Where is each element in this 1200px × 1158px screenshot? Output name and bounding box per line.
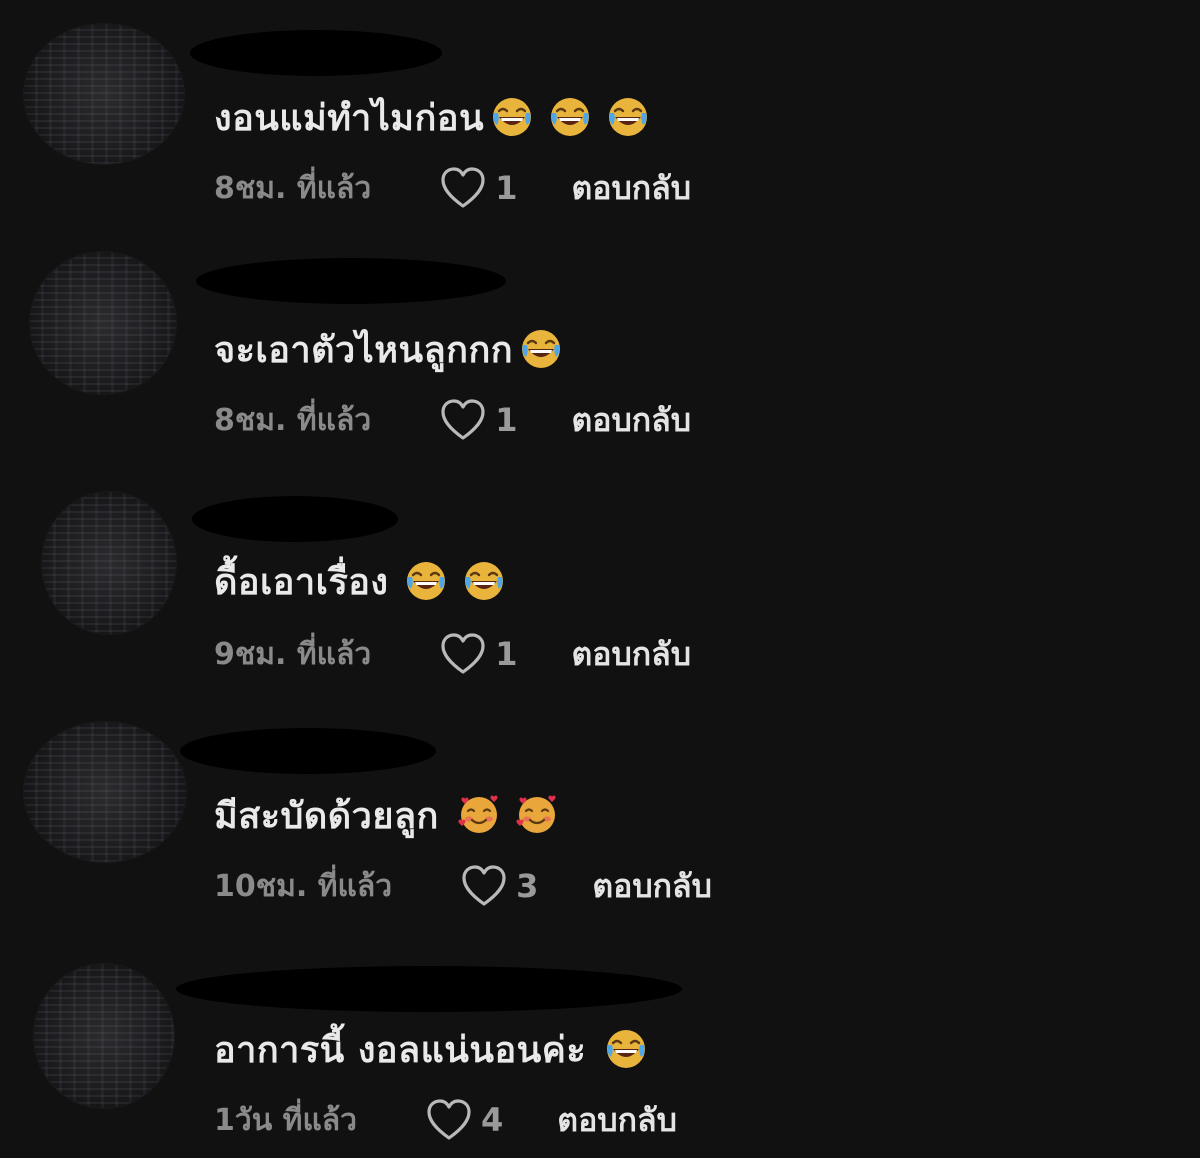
like-count: 1 (495, 635, 518, 673)
redacted-username (180, 728, 436, 774)
avatar[interactable] (24, 722, 186, 862)
comment-text-row: งอนแม่ทำไมก่อน (214, 92, 650, 142)
reply-button[interactable]: ตอบกลับ (571, 163, 691, 214)
like-button[interactable]: 1 (439, 398, 517, 442)
tears-of-joy-emoji-icon (404, 559, 448, 603)
avatar[interactable] (34, 964, 174, 1108)
reply-button[interactable]: ตอบกลับ (557, 1095, 677, 1146)
like-button[interactable]: 3 (460, 864, 538, 908)
comment-timestamp: 8ชม. ที่แล้ว (214, 170, 372, 206)
comment-text-row: จะเอาตัวไหนลูกกก (214, 324, 563, 374)
comment-timestamp: 10ชม. ที่แล้ว (214, 868, 393, 904)
smiling-face-with-hearts-emoji-icon (457, 793, 501, 837)
comment-meta: 8ชม. ที่แล้ว 1 ตอบกลับ (214, 398, 691, 442)
tears-of-joy-emoji-icon (490, 95, 534, 139)
like-count: 3 (516, 867, 539, 905)
comment-text-row: อาการนี้ งอลแน่นอนค่ะ (214, 1024, 648, 1074)
heart-outline-icon[interactable] (439, 632, 487, 676)
tears-of-joy-emoji-icon (548, 95, 592, 139)
like-button[interactable]: 4 (425, 1098, 503, 1142)
comment-text: งอนแม่ทำไมก่อน (214, 97, 485, 139)
redacted-username (196, 258, 506, 304)
heart-outline-icon[interactable] (439, 398, 487, 442)
comment-meta: 10ชม. ที่แล้ว 3 ตอบกลับ (214, 864, 712, 908)
like-count: 1 (495, 169, 518, 207)
avatar[interactable] (30, 252, 176, 394)
redacted-username (176, 966, 682, 1012)
tears-of-joy-emoji-icon (519, 327, 563, 371)
reply-button[interactable]: ตอบกลับ (592, 861, 712, 912)
heart-outline-icon[interactable] (425, 1098, 473, 1142)
comment-meta: 9ชม. ที่แล้ว 1 ตอบกลับ (214, 632, 691, 676)
comment-text-row: ดื้อเอาเรื่อง (214, 556, 506, 606)
tears-of-joy-emoji-icon (462, 559, 506, 603)
like-count: 4 (481, 1101, 504, 1139)
reply-button[interactable]: ตอบกลับ (571, 629, 691, 680)
tears-of-joy-emoji-icon (606, 95, 650, 139)
comment-text-row: มีสะบัดด้วยลูก (214, 790, 559, 840)
redacted-username (192, 496, 398, 542)
like-count: 1 (495, 401, 518, 439)
like-button[interactable]: 1 (439, 632, 517, 676)
reply-button[interactable]: ตอบกลับ (571, 395, 691, 446)
heart-outline-icon[interactable] (460, 864, 508, 908)
comment-text: จะเอาตัวไหนลูกกก (214, 329, 514, 371)
comment-text: อาการนี้ งอลแน่นอนค่ะ (214, 1029, 587, 1071)
avatar[interactable] (24, 24, 184, 164)
like-button[interactable]: 1 (439, 166, 517, 210)
comment-text: ดื้อเอาเรื่อง (214, 561, 389, 603)
redacted-username (190, 30, 442, 76)
comment-timestamp: 9ชม. ที่แล้ว (214, 636, 372, 672)
avatar[interactable] (42, 492, 176, 634)
tears-of-joy-emoji-icon (604, 1027, 648, 1071)
comment-timestamp: 8ชม. ที่แล้ว (214, 402, 372, 438)
smiling-face-with-hearts-emoji-icon (515, 793, 559, 837)
comment-text: มีสะบัดด้วยลูก (214, 795, 439, 837)
comment-meta: 1วัน ที่แล้ว 4 ตอบกลับ (214, 1098, 677, 1142)
comment-meta: 8ชม. ที่แล้ว 1 ตอบกลับ (214, 166, 691, 210)
heart-outline-icon[interactable] (439, 166, 487, 210)
comment-timestamp: 1วัน ที่แล้ว (214, 1102, 358, 1138)
